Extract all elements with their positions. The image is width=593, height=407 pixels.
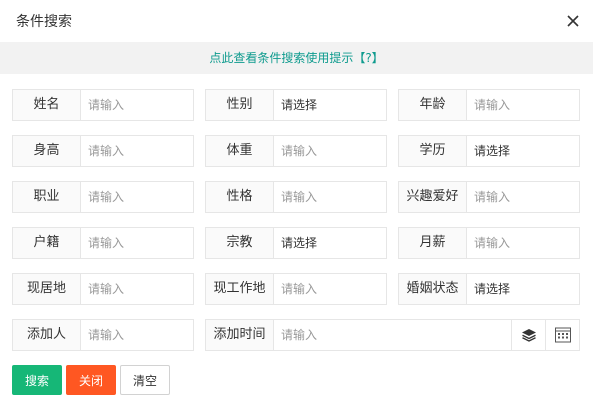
gender-select[interactable]: 请选择 <box>281 90 317 120</box>
height-input[interactable] <box>88 136 188 166</box>
weight-input[interactable] <box>281 136 381 166</box>
field-label: 现居地 <box>13 274 81 304</box>
field-label: 体重 <box>206 136 274 166</box>
field-label: 月薪 <box>399 228 467 258</box>
field-label: 身高 <box>13 136 81 166</box>
field-residence: 现居地 <box>12 273 194 305</box>
dialog-title: 条件搜索 <box>16 14 72 30</box>
close-icon[interactable] <box>564 12 582 30</box>
field-personality: 性格 <box>205 181 387 213</box>
field-age: 年龄 <box>398 89 580 121</box>
personality-input[interactable] <box>281 182 381 212</box>
calendar-grid-icon[interactable] <box>545 320 579 350</box>
household-input[interactable] <box>88 228 188 258</box>
religion-select[interactable]: 请选择 <box>281 228 317 258</box>
added-time-input[interactable] <box>281 320 511 350</box>
salary-input[interactable] <box>474 228 574 258</box>
field-label: 职业 <box>13 182 81 212</box>
field-added-by: 添加人 <box>12 319 194 351</box>
field-label: 姓名 <box>13 90 81 120</box>
dialog-header: 条件搜索 <box>0 0 593 42</box>
field-label: 学历 <box>399 136 467 166</box>
field-occupation: 职业 <box>12 181 194 213</box>
field-label: 添加时间 <box>206 320 274 350</box>
field-label: 兴趣爱好 <box>399 182 467 212</box>
field-height: 身高 <box>12 135 194 167</box>
hint-bar: 点此查看条件搜索使用提示【?】 <box>0 42 593 74</box>
field-label: 年龄 <box>399 90 467 120</box>
field-label: 性格 <box>206 182 274 212</box>
field-added-time: 添加时间 <box>205 319 580 351</box>
field-label: 性别 <box>206 90 274 120</box>
field-marital-status: 婚姻状态 请选择 <box>398 273 580 305</box>
age-input[interactable] <box>474 90 574 120</box>
field-religion: 宗教 请选择 <box>205 227 387 259</box>
field-household: 户籍 <box>12 227 194 259</box>
field-workplace: 现工作地 <box>205 273 387 305</box>
field-label: 婚姻状态 <box>399 274 467 304</box>
residence-input[interactable] <box>88 274 188 304</box>
field-education: 学历 请选择 <box>398 135 580 167</box>
clear-button[interactable]: 清空 <box>120 365 171 395</box>
field-label: 添加人 <box>13 320 81 350</box>
search-button[interactable]: 搜索 <box>12 365 63 395</box>
field-gender: 性别 请选择 <box>205 89 387 121</box>
marital-status-select[interactable]: 请选择 <box>474 274 510 304</box>
field-label: 户籍 <box>13 228 81 258</box>
occupation-input[interactable] <box>88 182 188 212</box>
added-by-input[interactable] <box>88 320 188 350</box>
usage-hint-link[interactable]: 点此查看条件搜索使用提示【?】 <box>209 51 383 65</box>
field-weight: 体重 <box>205 135 387 167</box>
education-select[interactable]: 请选择 <box>474 136 510 166</box>
field-salary: 月薪 <box>398 227 580 259</box>
field-hobbies: 兴趣爱好 <box>398 181 580 213</box>
close-button[interactable]: 关闭 <box>66 365 117 395</box>
hobbies-input[interactable] <box>474 182 574 212</box>
layers-icon[interactable] <box>511 320 545 350</box>
field-name: 姓名 <box>12 89 194 121</box>
field-label: 宗教 <box>206 228 274 258</box>
name-input[interactable] <box>88 90 188 120</box>
field-label: 现工作地 <box>206 274 274 304</box>
workplace-input[interactable] <box>281 274 381 304</box>
